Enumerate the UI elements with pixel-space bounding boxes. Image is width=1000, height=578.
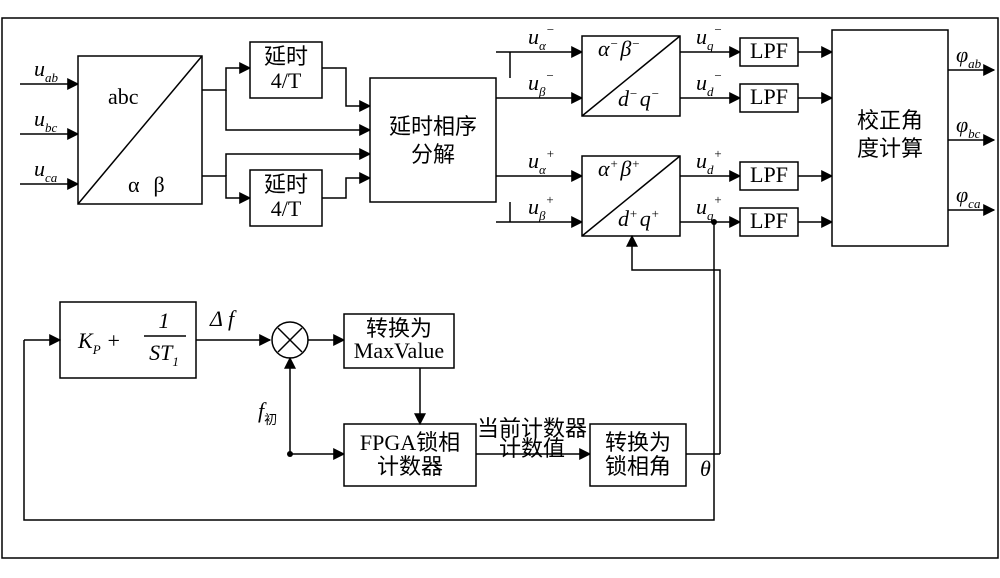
maxvalue-block: 转换为 MaxValue	[344, 314, 454, 368]
svg-text:度计算: 度计算	[857, 136, 923, 161]
park-neg-block: α−β− d−q−	[582, 36, 680, 116]
park-pos-block: α+β+ d+q+	[582, 156, 680, 236]
svg-text:4/T: 4/T	[271, 196, 302, 221]
lpf-4: LPF	[740, 208, 798, 236]
svg-text:1: 1	[159, 308, 170, 333]
svg-text:MaxValue: MaxValue	[354, 338, 444, 363]
node-uq-pos	[711, 219, 717, 225]
svg-text:延时: 延时	[264, 172, 308, 197]
label-theta: θ	[700, 456, 711, 481]
svg-text:4/T: 4/T	[271, 68, 302, 93]
svg-text:计数器: 计数器	[377, 454, 443, 479]
svg-text:LPF: LPF	[750, 84, 788, 109]
svg-text:分解: 分解	[411, 142, 455, 167]
lpf-1: LPF	[740, 38, 798, 66]
svg-text:延时: 延时	[264, 44, 308, 69]
lock-angle-block: 转换为 锁相角	[590, 424, 686, 486]
svg-text:LPF: LPF	[750, 162, 788, 187]
clarke-block: abc αβ	[78, 56, 202, 204]
angle-calc-block: 校正角 度计算	[832, 30, 948, 246]
delay-block-1: 延时 4/T	[250, 42, 322, 98]
pi-controller-block: KP + 1 ST1	[60, 302, 196, 378]
svg-text:锁相角: 锁相角	[605, 454, 671, 479]
label-delta-f: Δ f	[209, 306, 237, 331]
sequence-decomp-block: 延时相序 分解	[370, 78, 496, 202]
svg-text:LPF: LPF	[750, 208, 788, 233]
svg-text:转换为: 转换为	[605, 430, 671, 455]
lpf-2: LPF	[740, 84, 798, 112]
svg-text:LPF: LPF	[750, 38, 788, 63]
label-counter-t2: 计数值	[499, 436, 565, 461]
delay-block-2: 延时 4/T	[250, 170, 322, 226]
fpga-counter-block: FPGA锁相 计数器	[344, 424, 476, 486]
svg-text:FPGA锁相: FPGA锁相	[360, 430, 460, 455]
svg-text:abc: abc	[108, 84, 139, 109]
lpf-3: LPF	[740, 162, 798, 190]
svg-text:延时相序: 延时相序	[389, 114, 477, 139]
svg-text:校正角: 校正角	[857, 108, 923, 133]
